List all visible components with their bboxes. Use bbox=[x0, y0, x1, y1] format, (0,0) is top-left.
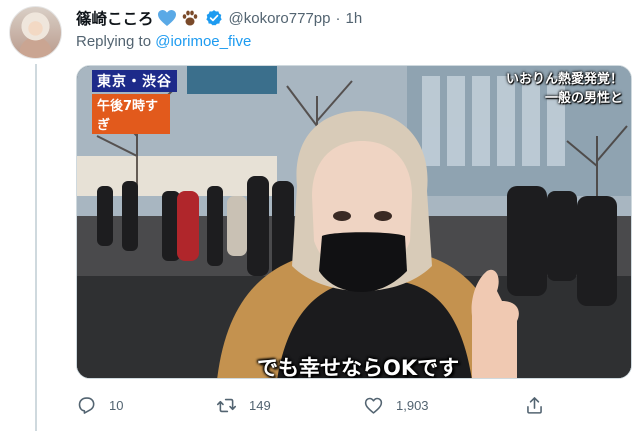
tweet: 篠崎こころ @kokoro777pp · 1h Replying to @ior… bbox=[0, 0, 640, 431]
share-button[interactable] bbox=[524, 393, 545, 417]
thread-line bbox=[35, 64, 37, 431]
share-icon bbox=[527, 396, 542, 414]
tweet-header: 篠崎こころ @kokoro777pp · 1h bbox=[76, 7, 362, 29]
reply-icon bbox=[78, 396, 95, 414]
headline-line-2: 一般の男性と bbox=[544, 91, 623, 106]
like-button[interactable]: 1,903 bbox=[363, 393, 429, 417]
avatar[interactable] bbox=[9, 6, 62, 59]
reply-button[interactable]: 10 bbox=[76, 393, 123, 417]
replying-to-label: Replying to bbox=[76, 33, 156, 50]
verified-badge-icon bbox=[205, 9, 223, 27]
retweet-button[interactable]: 149 bbox=[216, 393, 271, 417]
author-handle[interactable]: @kokoro777pp bbox=[229, 10, 331, 27]
tweet-time[interactable]: 1h bbox=[345, 10, 362, 27]
replying-to: Replying to @iorimoe_five bbox=[76, 33, 251, 50]
separator-dot: · bbox=[335, 9, 341, 27]
retweet-icon bbox=[216, 398, 237, 412]
time-caption: 午後7時すぎ bbox=[92, 94, 170, 134]
location-caption: 東京・渋谷 午後7時すぎ bbox=[92, 70, 177, 134]
location-label: 東京・渋谷 bbox=[92, 70, 177, 92]
video-subtitle: でも幸せならOKです bbox=[257, 356, 460, 379]
like-heart-icon bbox=[364, 397, 383, 414]
retweet-count: 149 bbox=[249, 397, 271, 413]
paw-print-icon bbox=[181, 9, 199, 27]
display-name[interactable]: 篠崎こころ bbox=[76, 7, 154, 29]
blue-heart-icon bbox=[157, 9, 177, 27]
like-count: 1,903 bbox=[396, 397, 429, 413]
reply-count: 10 bbox=[109, 397, 124, 413]
headline-line-1: いおりん熱愛発覚！ bbox=[505, 72, 623, 87]
tweet-photo[interactable]: 東京・渋谷 午後7時すぎ いおりん熱愛発覚！ 一般の男性と でも幸せならOKです bbox=[76, 65, 632, 379]
reply-handle-link[interactable]: @iorimoe_five bbox=[155, 33, 251, 50]
tweet-actions: 10 149 1,903 bbox=[76, 393, 556, 417]
news-headline-caption: いおりん熱愛発覚！ 一般の男性と bbox=[506, 70, 623, 108]
